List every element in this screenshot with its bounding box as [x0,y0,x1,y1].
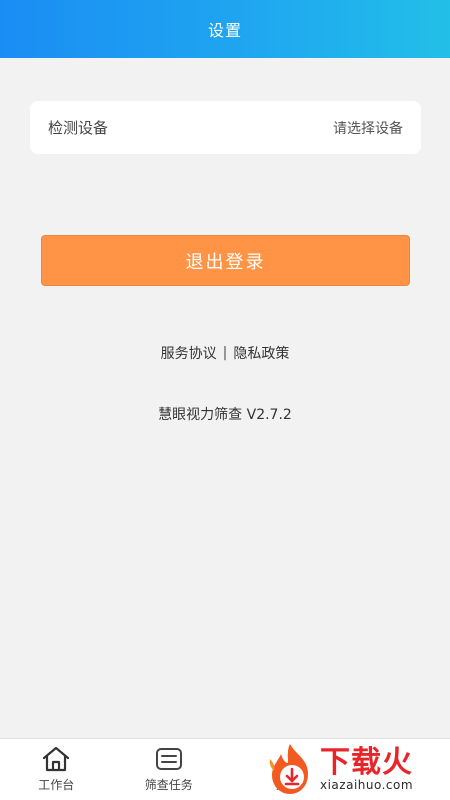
page-title: 设置 [207,21,242,40]
tab-workbench[interactable]: 工作台 [0,739,113,800]
watermark-title: 下载火 [320,745,413,780]
logout-button[interactable]: 退出登录 [41,235,410,286]
flame-logo-icon [269,744,308,794]
tab-label: 筛查任务 [144,778,193,792]
device-selector[interactable]: 检测设备 请选择设备 [30,101,421,154]
list-icon [154,745,184,773]
service-agreement-link[interactable]: 服务协议 [161,343,217,363]
watermark: 下载火 xiazaihuo.com [262,738,450,800]
privacy-policy-link[interactable]: 隐私政策 [233,343,289,363]
tab-screening-tasks[interactable]: 筛查任务 [113,739,226,800]
device-label: 检测设备 [48,119,109,137]
home-icon [41,745,71,773]
device-value[interactable]: 请选择设备 [333,118,403,138]
version-text: 慧眼视力筛查 V2.7.2 [158,407,292,423]
agreement-links: 服务协议 | 隐私政策 [0,342,450,364]
top-bar: 设置 [0,0,450,58]
watermark-url: xiazaihuo.com [320,778,414,792]
link-separator: | [222,345,228,361]
tab-label: 工作台 [38,778,75,792]
